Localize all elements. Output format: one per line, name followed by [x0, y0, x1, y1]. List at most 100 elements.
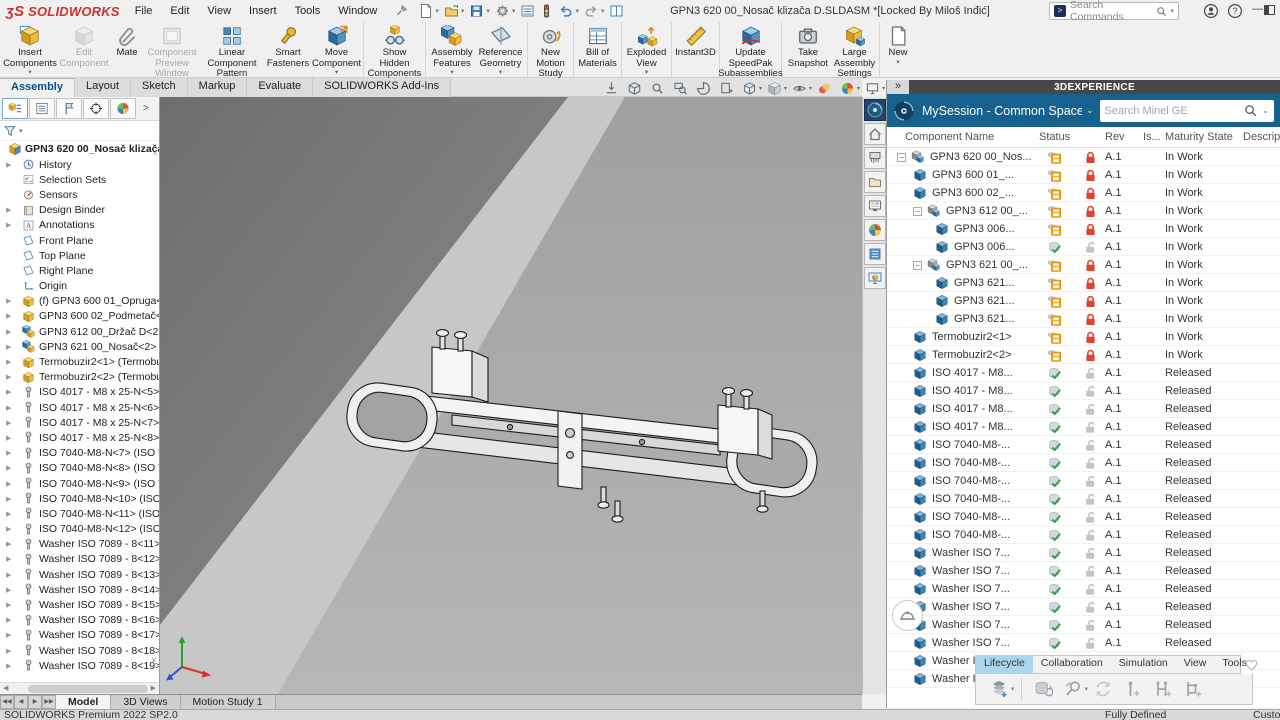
ribbon-button[interactable]: Edit Component — [58, 22, 110, 77]
view-tool[interactable] — [600, 81, 623, 96]
col-component-name[interactable]: Component Name — [887, 131, 1039, 143]
ribbon-button[interactable]: Bill of Materials — [576, 22, 622, 77]
expand-arrow-icon[interactable]: ▶ — [6, 601, 16, 609]
tree-item[interactable]: ▶ ISO 7040-M8-N<11> (ISO 7040 — [0, 506, 159, 521]
expand-arrow-icon[interactable]: ▶ — [6, 373, 16, 381]
component-row[interactable]: ISO 4017 - M8... A.1 Released — [887, 382, 1280, 400]
search-dropdown-icon[interactable]: ▾ — [1170, 7, 1174, 15]
col-rev[interactable]: Rev — [1105, 131, 1143, 143]
view-tool[interactable]: ▾ — [836, 81, 861, 96]
tp-props-icon[interactable] — [864, 243, 886, 265]
component-row[interactable]: ISO 7040-M8-... A.1 Released — [887, 508, 1280, 526]
tree-item[interactable]: ▶ Termobuzir2<2> (Termobuzir2 — [0, 370, 159, 385]
col-maturity-state[interactable]: Maturity State — [1165, 131, 1243, 143]
component-row[interactable]: ISO 7040-M8-... A.1 Released — [887, 454, 1280, 472]
tree-item[interactable]: ▶ (f) GPN3 600 01_Opruga<2> (G — [0, 294, 159, 309]
tree-item[interactable]: ▶ ISO 4017 - M8 x 25-N<5> (ISO — [0, 385, 159, 400]
tree-horizontal-scrollbar[interactable]: ◀ ▶ — [0, 682, 159, 694]
command-tab[interactable]: SOLIDWORKS Add-Ins — [313, 78, 451, 97]
component-row[interactable]: Termobuzir2<2> A.1 In Work — [887, 346, 1280, 364]
col-status[interactable]: Status — [1039, 131, 1079, 143]
component-row[interactable]: − GPN3 612 00_... A.1 In Work — [887, 202, 1280, 220]
tree-item[interactable]: ▶ ISO 7040-M8-N<12> (ISO 7040 — [0, 522, 159, 537]
pm-tree-icon[interactable] — [2, 98, 28, 119]
view-tool[interactable] — [813, 81, 836, 96]
quick-tool[interactable]: ▾ — [416, 2, 442, 20]
assistant-hardhat-icon[interactable]: ··· — [892, 600, 923, 631]
model-tab[interactable]: Model — [56, 695, 111, 709]
status-customize[interactable]: Customize — [1253, 709, 1280, 720]
dropdown-caret-icon[interactable]: ▾ — [784, 85, 787, 92]
tree-item[interactable]: ▶ History — [0, 157, 159, 172]
compass-icon[interactable] — [893, 100, 915, 122]
ribbon-button[interactable]: Update SpeedPak Subassemblies — [722, 22, 782, 77]
ribbon-button[interactable]: Large Assembly Settings — [832, 22, 880, 77]
component-row[interactable]: Washer ISO 7... A.1 Released — [887, 580, 1280, 598]
ribbon-button[interactable]: Show Hidden Components — [366, 22, 426, 77]
view-tool[interactable]: ▾ — [788, 81, 813, 96]
col-description[interactable]: Description — [1243, 131, 1280, 143]
tree-item[interactable]: Sensors — [0, 187, 159, 202]
search-scope-chevron-icon[interactable]: ⌄ — [1262, 106, 1269, 115]
ribbon-button[interactable]: New Motion Study — [530, 22, 574, 77]
tp-palette-icon[interactable] — [864, 195, 886, 217]
component-row[interactable]: Washer ISO 7... A.1 Released — [887, 562, 1280, 580]
tree-item[interactable]: Top Plane — [0, 248, 159, 263]
component-row[interactable]: − GPN3 620 00_Nos... A.1 In Work — [887, 148, 1280, 166]
tab-scroll-last[interactable]: ▶▶ — [42, 695, 56, 709]
dropdown-caret-icon[interactable]: ▾ — [645, 70, 648, 76]
quick-tool[interactable]: ▾ — [518, 2, 537, 20]
user-account-icon[interactable] — [1203, 3, 1219, 19]
component-row[interactable]: GPN3 621... A.1 In Work — [887, 310, 1280, 328]
quick-tool[interactable]: ▾ — [493, 2, 519, 20]
tree-item[interactable]: ▶ Termobuzir2<1> (Termobuzir2 — [0, 354, 159, 369]
tree-item[interactable]: ▶ Washer ISO 7089 - 8<14> (Was — [0, 582, 159, 597]
ribbon-button[interactable]: Linear Component Pattern ▾ — [200, 22, 264, 77]
expand-arrow-icon[interactable]: ▶ — [6, 388, 16, 396]
expand-arrow-icon[interactable]: ▶ — [6, 586, 16, 594]
component-row[interactable]: Washer ISO 7... A.1 Released — [887, 544, 1280, 562]
component-row[interactable]: Termobuzir2<1> A.1 In Work — [887, 328, 1280, 346]
lifecycle-action[interactable]: ▾ — [1058, 679, 1089, 699]
component-row[interactable]: GPN3 621... A.1 In Work — [887, 292, 1280, 310]
view-tool[interactable]: ▾ — [763, 81, 788, 96]
expand-arrow-icon[interactable]: ▶ — [6, 571, 16, 579]
tree-item[interactable]: ▶ Washer ISO 7089 - 8<12> (Was — [0, 552, 159, 567]
filter-dropdown-icon[interactable]: ▾ — [19, 127, 23, 135]
model-tab[interactable]: Motion Study 1 — [181, 695, 276, 709]
tree-item[interactable]: Origin — [0, 279, 159, 294]
component-row[interactable]: − GPN3 621 00_... A.1 In Work — [887, 256, 1280, 274]
tree-scroll-up[interactable]: ^ — [153, 151, 157, 160]
expand-arrow-icon[interactable]: ▶ — [6, 419, 16, 427]
ribbon-button[interactable]: Instant3D — [674, 22, 720, 77]
tree-item[interactable]: ▶ GPN3 621 00_Nosač<2> (GPN3 — [0, 339, 159, 354]
ribbon-button[interactable]: New ▾ — [882, 22, 914, 77]
tree-scroll-down[interactable]: ∨ — [151, 655, 157, 664]
view-tool[interactable] — [646, 81, 669, 96]
search-icon[interactable] — [1155, 5, 1168, 18]
tp-compass-icon[interactable] — [864, 99, 886, 121]
tree-item[interactable]: ▶ ISO 4017 - M8 x 25-N<8> (ISO — [0, 430, 159, 445]
tree-item[interactable]: ▶ ISO 7040-M8-N<10> (ISO 7040 — [0, 491, 159, 506]
dropdown-caret-icon[interactable]: ▾ — [882, 85, 885, 92]
component-row[interactable]: GPN3 600 01_... A.1 In Work — [887, 166, 1280, 184]
expand-arrow-icon[interactable]: ▶ — [6, 495, 16, 503]
expand-arrow-icon[interactable]: ▶ — [6, 404, 16, 412]
tree-item[interactable]: ▶ ISO 4017 - M8 x 25-N<6> (ISO — [0, 400, 159, 415]
col-issues[interactable]: Is... — [1143, 131, 1165, 143]
row-expander[interactable]: − — [897, 153, 906, 162]
menu-item[interactable]: Edit — [161, 2, 198, 20]
ribbon-button[interactable]: Smart Fasteners — [264, 22, 312, 77]
graphics-viewport[interactable] — [160, 97, 862, 694]
tp-home-icon[interactable] — [864, 123, 886, 145]
pm-target-icon[interactable] — [83, 98, 109, 119]
dropdown-caret-icon[interactable]: ▾ — [450, 70, 453, 76]
component-row[interactable]: Washer ISO 7... A.1 Released — [887, 634, 1280, 652]
expand-arrow-icon[interactable]: ▶ — [6, 312, 16, 320]
tp-wheel-icon[interactable] — [864, 219, 886, 241]
tree-root-item[interactable]: GPN3 620 00_Nosač klizača D (Defa — [0, 141, 159, 157]
lifecycle-action[interactable] — [1148, 679, 1178, 699]
minimize-button[interactable]: — — [1252, 3, 1263, 15]
pm-flag-icon[interactable] — [56, 98, 82, 119]
expand-arrow-icon[interactable]: ▶ — [6, 480, 16, 488]
